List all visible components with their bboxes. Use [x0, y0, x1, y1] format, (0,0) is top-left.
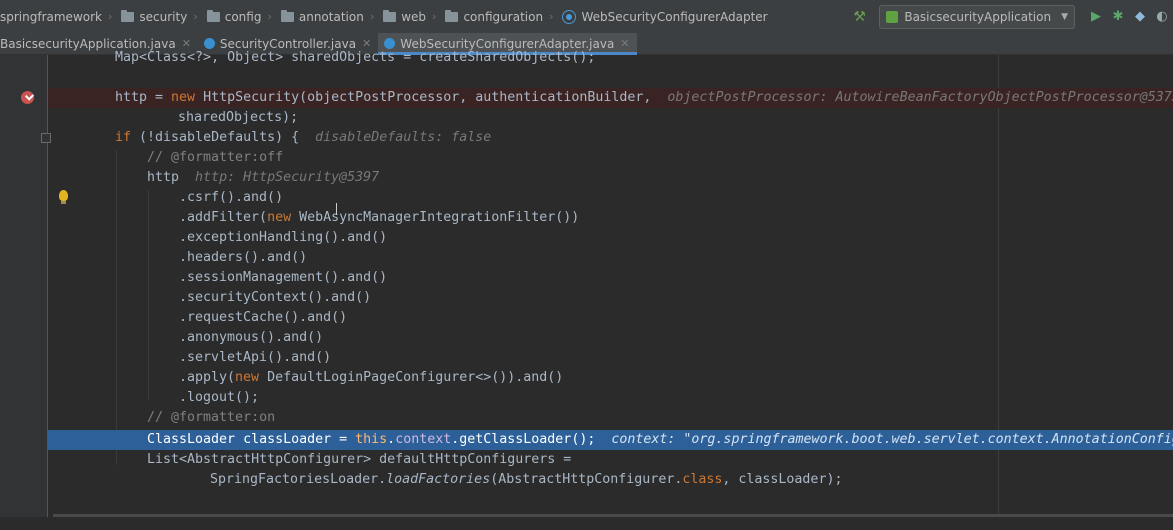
breadcrumb-label: annotation: [298, 9, 364, 24]
toolbar: ⚒ BasicsecurityApplication ▼ ▶ ✱ ◆ ◐: [853, 0, 1173, 33]
code-line[interactable]: .addFilter(new WebAsyncManagerIntegratio…: [48, 208, 1173, 228]
breakpoint-icon[interactable]: [21, 91, 34, 104]
spring-app-icon: [886, 10, 899, 23]
code-line[interactable]: .headers().and(): [48, 248, 1173, 268]
code-line[interactable]: .requestCache().and(): [48, 308, 1173, 328]
code-line[interactable]: .securityContext().and(): [48, 288, 1173, 308]
code-line[interactable]: http http: HttpSecurity@5397: [48, 168, 1173, 188]
debug-inline-value: http: HttpSecurity@5397: [195, 170, 380, 185]
breadcrumb-label: configuration: [463, 9, 544, 24]
breadcrumb-config[interactable]: config ›: [198, 9, 272, 24]
folder-icon: [121, 9, 135, 22]
fold-icon[interactable]: [41, 133, 51, 143]
code-line[interactable]: .apply(new DefaultLoginPageConfigurer<>(…: [48, 368, 1173, 388]
breadcrumb-springframework[interactable]: springframework ›: [0, 10, 112, 24]
code-line[interactable]: .csrf().and(): [48, 188, 1173, 208]
code-editor[interactable]: Map<Class<?>, Object> sharedObjects = cr…: [0, 50, 1173, 517]
editor-gutter[interactable]: [0, 55, 48, 517]
navigation-bar: springframework › security › config › an…: [0, 0, 1173, 34]
code-line[interactable]: .servletApi().and(): [48, 348, 1173, 368]
code-line[interactable]: List<AbstractHttpConfigurer> defaultHttp…: [48, 450, 1173, 470]
breadcrumb-label: WebSecurityConfigurerAdapter: [581, 9, 768, 24]
breadcrumb-label: springframework: [0, 9, 102, 24]
profile-icon[interactable]: ◐: [1151, 6, 1173, 28]
debug-inline-value: context: "org.springframework.boot.web.s…: [611, 432, 1173, 447]
folder-icon: [383, 9, 397, 22]
run-configuration-select[interactable]: BasicsecurityApplication ▼: [879, 4, 1075, 29]
code-line[interactable]: .exceptionHandling().and(): [48, 228, 1173, 248]
run-icon[interactable]: ▶: [1085, 6, 1107, 28]
breadcrumb-class[interactable]: WebSecurityConfigurerAdapter: [553, 9, 768, 24]
build-hammer-icon[interactable]: ⚒: [853, 10, 867, 24]
breadcrumb-security[interactable]: security ›: [112, 9, 198, 24]
debug-inline-value: objectPostProcessor: AutowireBeanFactory…: [667, 90, 1173, 105]
coverage-icon[interactable]: ◆: [1129, 6, 1151, 28]
code-line[interactable]: // @formatter:off: [48, 148, 1173, 168]
folder-icon: [206, 9, 220, 22]
code-line[interactable]: .sessionManagement().and(): [48, 268, 1173, 288]
code-line[interactable]: .anonymous().and(): [48, 328, 1173, 348]
code-line-breakpoint[interactable]: http = new HttpSecurity(objectPostProces…: [48, 88, 1173, 108]
folder-icon: [280, 9, 294, 22]
folder-icon: [445, 9, 459, 22]
code-line-execution-point[interactable]: ClassLoader classLoader = this.context.g…: [48, 430, 1173, 450]
breadcrumb-configuration[interactable]: configuration ›: [436, 9, 553, 24]
debug-icon[interactable]: ✱: [1107, 6, 1129, 28]
code-line[interactable]: SpringFactoriesLoader.loadFactories(Abst…: [48, 470, 1173, 490]
debug-inline-value: disableDefaults: false: [315, 130, 492, 145]
code-line[interactable]: .logout();: [48, 388, 1173, 408]
code-line[interactable]: if (!disableDefaults) { disableDefaults:…: [48, 128, 1173, 148]
breadcrumb-label: security: [139, 9, 188, 24]
code-line[interactable]: sharedObjects);: [48, 108, 1173, 128]
lightbulb-icon[interactable]: [59, 190, 68, 204]
run-configuration-label: BasicsecurityApplication: [904, 9, 1052, 24]
code-line[interactable]: Map<Class<?>, Object> sharedObjects = cr…: [48, 48, 1173, 68]
breadcrumb-annotation[interactable]: annotation ›: [272, 9, 374, 24]
breadcrumb-label: web: [401, 9, 427, 24]
breadcrumb-web[interactable]: web ›: [374, 9, 436, 24]
mouse-cursor: [336, 203, 337, 215]
chevron-down-icon: ▼: [1061, 11, 1068, 22]
class-icon: [562, 9, 577, 24]
breadcrumb-label: config: [224, 9, 262, 24]
code-line[interactable]: // @formatter:on: [48, 408, 1173, 428]
